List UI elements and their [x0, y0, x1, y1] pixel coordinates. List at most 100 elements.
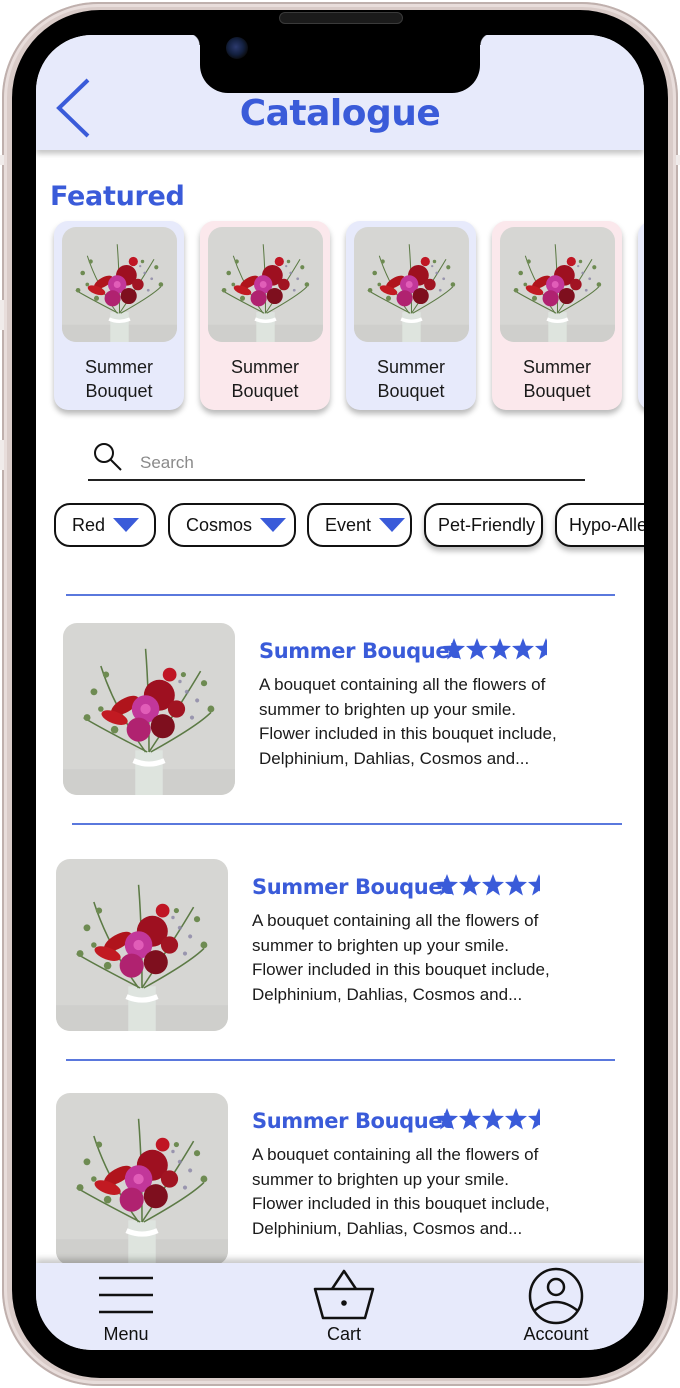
- product-title[interactable]: Summer Bouquet: [252, 875, 452, 899]
- product-description-line: A bouquet containing all the flowers of: [252, 911, 539, 930]
- filter-chip-pet-friendly[interactable]: Pet-Friendly: [424, 503, 543, 547]
- featured-card-label-line1: Summer: [376, 357, 445, 377]
- search-icon[interactable]: [92, 441, 124, 473]
- featured-card-label: Summer Bouquet: [54, 355, 184, 403]
- filter-chip-cosmos[interactable]: Cosmos: [168, 503, 296, 547]
- star-full-icon: [436, 1108, 458, 1130]
- featured-card-label-line2: Bouquet: [231, 381, 299, 401]
- star-rating: [436, 1107, 551, 1133]
- featured-heading: Featured: [50, 181, 185, 212]
- filter-chip-event[interactable]: Event: [307, 503, 412, 547]
- side-button: [0, 155, 4, 165]
- nav-cart-label: Cart: [326, 1324, 361, 1344]
- nav-cart[interactable]: Cart: [294, 1263, 394, 1350]
- featured-card-label-line1: Summer: [522, 357, 591, 377]
- star-full-icon: [459, 1108, 481, 1130]
- filter-chip-label: Hypo-Allergenic: [569, 514, 644, 535]
- bouquet-image: [500, 227, 615, 342]
- star-full-icon: [505, 874, 527, 896]
- hamburger-menu-icon: [99, 1276, 153, 1314]
- star-rating: [443, 637, 558, 663]
- featured-card-label: Summer Bouquet: [346, 355, 476, 403]
- divider: [66, 1059, 615, 1061]
- product-description-line: Flower included in this bouquet include,: [252, 960, 550, 979]
- star-full-icon: [482, 1108, 504, 1130]
- nav-menu[interactable]: Menu: [76, 1263, 176, 1350]
- nav-menu-label: Menu: [103, 1324, 149, 1344]
- featured-card[interactable]: Summer Bouquet: [54, 221, 184, 410]
- filter-chip-label: Red: [72, 514, 106, 535]
- star-full-icon: [512, 638, 534, 660]
- side-button: [0, 440, 4, 470]
- star-half-icon: [528, 874, 540, 896]
- product-description: A bouquet containing all the flowers of s…: [259, 673, 599, 771]
- page-title: Catalogue: [239, 93, 441, 134]
- featured-carousel[interactable]: Summer Bouquet Summer Bouquet Summer Bouquet S…: [54, 221, 644, 421]
- product-image: [56, 859, 228, 1031]
- product-image: [56, 1093, 228, 1265]
- product-description-line: A bouquet containing all the flowers of: [252, 1145, 539, 1164]
- featured-card-label: SummerBouquet: [638, 355, 644, 403]
- nav-account-label: Account: [523, 1324, 589, 1344]
- bouquet-photo: [56, 1093, 228, 1265]
- product-description-line: summer to brighten up your smile.: [252, 1169, 509, 1189]
- star-full-icon: [489, 638, 511, 660]
- featured-card-label-line2: Bouquet: [638, 379, 644, 403]
- bouquet-photo: [500, 227, 615, 342]
- featured-card-label: Summer Bouquet: [200, 355, 330, 403]
- featured-card[interactable]: SummerBouquet: [638, 221, 644, 410]
- featured-card-label: Summer Bouquet: [492, 355, 622, 403]
- product-description-line: A bouquet containing all the flowers of: [259, 675, 546, 694]
- notch: [188, 35, 492, 93]
- product-description-line: summer to brighten up your smile.: [252, 935, 509, 955]
- bouquet-photo: [62, 227, 177, 342]
- featured-card[interactable]: Summer Bouquet: [200, 221, 330, 410]
- dropdown-triangle-icon: [113, 518, 140, 532]
- featured-card[interactable]: Summer Bouquet: [492, 221, 622, 410]
- product-image: [63, 623, 235, 795]
- featured-card-label-line2: Bouquet: [377, 381, 445, 401]
- search-bar: [88, 435, 585, 481]
- earpiece-speaker: [279, 12, 403, 24]
- basket-cart-icon: [313, 1269, 375, 1320]
- filter-chip-red[interactable]: Red: [54, 503, 156, 547]
- product-description-line: summer to brighten up your smile.: [259, 699, 516, 719]
- product-title[interactable]: Summer Bouquet: [252, 1109, 452, 1133]
- side-button: [676, 155, 680, 165]
- featured-card-label-line1: Summer: [230, 357, 299, 377]
- bouquet-photo: [208, 227, 323, 342]
- featured-card-label-line2: Bouquet: [85, 381, 153, 401]
- product-list-item[interactable]: Summer Bouquet A bouquet containing all t…: [63, 623, 623, 803]
- product-description-line: Delphinium, Dahlias, Cosmos and...: [259, 748, 530, 768]
- star-full-icon: [505, 1108, 527, 1130]
- dropdown-triangle-icon: [379, 518, 406, 532]
- account-user-icon: [528, 1267, 584, 1325]
- bouquet-image: [354, 227, 469, 342]
- featured-card-label-line2: Bouquet: [523, 381, 591, 401]
- featured-card-label-line1: Summer: [84, 357, 153, 377]
- filter-chip-label: Cosmos: [186, 514, 253, 535]
- star-rating: [436, 873, 551, 899]
- bouquet-image: [208, 227, 323, 342]
- product-title[interactable]: Summer Bouquet: [259, 639, 459, 663]
- front-camera: [226, 37, 248, 59]
- star-full-icon: [466, 638, 488, 660]
- app-screen: Catalogue Featured Summer Bouquet Summer Bo…: [36, 35, 644, 1350]
- star-full-icon: [482, 874, 504, 896]
- nav-account[interactable]: Account: [506, 1263, 606, 1350]
- star-full-icon: [436, 874, 458, 896]
- search-input[interactable]: [138, 449, 572, 477]
- dropdown-triangle-icon: [260, 518, 287, 532]
- bouquet-photo: [56, 859, 228, 1031]
- product-description-line: Flower included in this bouquet include,: [252, 1194, 550, 1213]
- star-full-icon: [459, 874, 481, 896]
- product-description: A bouquet containing all the flowers of s…: [252, 909, 592, 1007]
- featured-card-label-line1: Summer: [638, 355, 644, 379]
- bouquet-image: [62, 227, 177, 342]
- featured-card[interactable]: Summer Bouquet: [346, 221, 476, 410]
- product-list-item[interactable]: Summer Bouquet A bouquet containing all t…: [56, 859, 616, 1039]
- filter-chip-hypo-allergenic[interactable]: Hypo-Allergenic: [555, 503, 644, 547]
- product-description: A bouquet containing all the flowers of s…: [252, 1143, 592, 1241]
- side-button: [0, 300, 4, 330]
- product-list-item[interactable]: Summer Bouquet A bouquet containing all t…: [56, 1093, 616, 1273]
